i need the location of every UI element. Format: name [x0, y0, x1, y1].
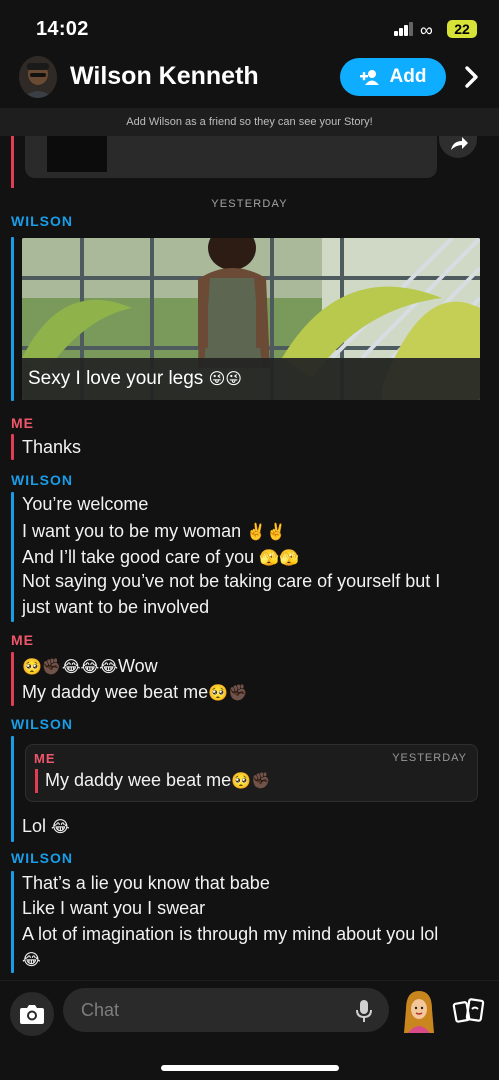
chat-header: Wilson Kenneth Add [0, 50, 499, 106]
contact-name[interactable]: Wilson Kenneth [70, 62, 259, 91]
message-text: I want you to be my woman ✌️✌️ [22, 521, 286, 541]
message-text: My daddy wee beat me🥺✊🏿 [22, 682, 248, 702]
stickers-icon[interactable] [452, 997, 488, 1025]
share-arrow-icon [451, 137, 468, 150]
camera-icon [20, 1005, 44, 1024]
snap-caption-emoji: 😜😜 [208, 371, 242, 388]
battery-indicator: 22 [447, 20, 477, 38]
message-text: 🥺✊🏿😂😂😂Wow [22, 656, 158, 676]
add-friend-banner: Add Wilson as a friend so they can see y… [0, 108, 499, 136]
status-time: 14:02 [36, 18, 89, 40]
sender-label: WILSON [11, 213, 73, 229]
message-bar [11, 237, 14, 401]
sender-label: WILSON [11, 472, 73, 488]
message-text: A lot of imagination is through my mind … [22, 924, 439, 944]
message-text: Lol 😂 [22, 816, 70, 836]
quoted-message[interactable]: ME YESTERDAY My daddy wee beat me🥺✊🏿 [25, 744, 478, 802]
sender-label: ME [11, 632, 34, 648]
sender-label: WILSON [11, 850, 73, 866]
bitmoji-icon[interactable] [400, 989, 438, 1033]
message-text: Thanks [22, 437, 82, 457]
sender-label: WILSON [11, 716, 73, 732]
quote-bar [35, 769, 38, 793]
message-text: Like I want you I swear [22, 898, 206, 918]
quote-text: My daddy wee beat me🥺✊🏿 [45, 770, 271, 790]
snap-caption-text: Sexy I love your legs [28, 368, 204, 389]
previous-snap[interactable] [11, 136, 485, 190]
add-user-icon [359, 70, 379, 85]
message-bar [11, 736, 14, 842]
snap-photo[interactable]: Sexy I love your legs 😜😜 [22, 238, 480, 400]
message-text: just want to be involved [22, 597, 210, 617]
composer-bar [0, 980, 499, 1080]
microphone-icon[interactable] [354, 999, 374, 1023]
snap-card[interactable] [25, 136, 437, 178]
forward-button[interactable] [439, 136, 477, 158]
chevron-right-icon[interactable] [462, 64, 482, 90]
message-text: And I’ll take good care of you 🫣🫣 [22, 547, 300, 567]
message-bar [11, 871, 14, 973]
message-bar [11, 652, 14, 706]
message-bar [11, 136, 14, 188]
snap-thumbnail [47, 136, 107, 172]
link-icon: ∞ [420, 20, 433, 40]
add-friend-button[interactable]: Add [340, 58, 446, 96]
status-bar: 14:02 ∞ 22 [0, 0, 499, 56]
sender-label: ME [11, 415, 34, 431]
chat-input[interactable] [63, 988, 389, 1032]
chat-history[interactable]: YESTERDAY WILSON Sexy I love your legs 😜… [0, 136, 499, 980]
message-bar [11, 492, 14, 622]
signal-icon [394, 22, 414, 36]
message-text: That’s a lie you know that babe [22, 873, 270, 893]
snap-caption: Sexy I love your legs 😜😜 [22, 358, 480, 400]
avatar[interactable] [19, 56, 57, 98]
message-bar [11, 434, 14, 460]
home-indicator [161, 1065, 339, 1071]
quote-time: YESTERDAY [392, 752, 467, 764]
add-button-label: Add [389, 66, 427, 87]
message-text: Not saying you’ve not be taking care of … [22, 571, 441, 591]
camera-button[interactable] [10, 992, 54, 1036]
date-divider: YESTERDAY [211, 198, 288, 210]
message-text: 😂 [22, 952, 41, 969]
quote-sender: ME [34, 751, 56, 766]
message-text: You’re welcome [22, 494, 149, 514]
